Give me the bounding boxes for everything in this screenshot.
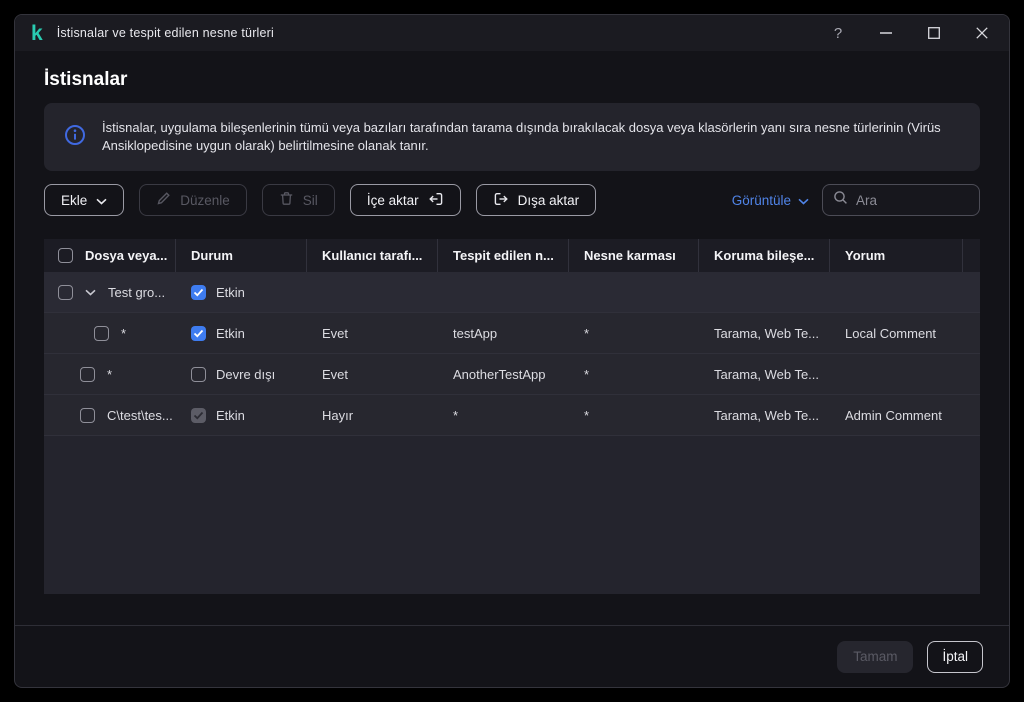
select-all-checkbox[interactable] bbox=[58, 248, 73, 263]
chevron-down-icon bbox=[96, 193, 107, 208]
view-dropdown-label: Görüntüle bbox=[732, 193, 791, 208]
table-row[interactable]: C\test\tes... Etkin Hayır * * Tarama, We… bbox=[44, 395, 980, 436]
kaspersky-logo-icon: k bbox=[31, 23, 43, 44]
table-row[interactable]: * Etkin Evet testApp * Tarama, Web Te...… bbox=[44, 313, 980, 354]
exclusions-table: Dosya veya... Durum Kullanıcı tarafı... … bbox=[44, 239, 980, 594]
maximize-button[interactable] bbox=[917, 18, 951, 48]
row-path: * bbox=[107, 367, 112, 382]
status-label: Etkin bbox=[216, 408, 245, 423]
toolbar: Ekle Düzenle Sil bbox=[44, 184, 980, 216]
view-dropdown[interactable]: Görüntüle bbox=[732, 193, 809, 208]
window-title: İstisnalar ve tespit edilen nesne türler… bbox=[57, 26, 274, 40]
column-header-status: Durum bbox=[176, 239, 307, 272]
import-button-label: İçe aktar bbox=[367, 193, 419, 208]
ok-button[interactable]: Tamam bbox=[837, 641, 913, 673]
column-header-comment: Yorum bbox=[830, 239, 963, 272]
column-header-path: Dosya veya... bbox=[44, 239, 176, 272]
app-window: k İstisnalar ve tespit edilen nesne türl… bbox=[14, 14, 1010, 688]
export-button[interactable]: Dışa aktar bbox=[476, 184, 597, 216]
column-header-component: Koruma bileşe... bbox=[699, 239, 830, 272]
status-checkbox[interactable] bbox=[191, 326, 206, 341]
trash-icon bbox=[279, 191, 294, 209]
help-button[interactable]: ? bbox=[821, 18, 855, 48]
edit-button-label: Düzenle bbox=[180, 193, 230, 208]
info-banner: İstisnalar, uygulama bileşenlerinin tümü… bbox=[44, 103, 980, 171]
row-select-checkbox[interactable] bbox=[94, 326, 109, 341]
chevron-down-icon[interactable] bbox=[85, 289, 96, 296]
dialog-footer: Tamam İptal bbox=[15, 625, 1009, 687]
import-button[interactable]: İçe aktar bbox=[350, 184, 461, 216]
cancel-button[interactable]: İptal bbox=[927, 641, 983, 673]
edit-button[interactable]: Düzenle bbox=[139, 184, 247, 216]
pencil-icon bbox=[156, 191, 171, 209]
window-controls: ? bbox=[807, 18, 999, 48]
add-button-label: Ekle bbox=[61, 193, 87, 208]
status-checkbox bbox=[191, 408, 206, 423]
delete-button-label: Sil bbox=[303, 193, 318, 208]
minimize-button[interactable] bbox=[869, 18, 903, 48]
status-label: Devre dışı bbox=[216, 367, 275, 382]
table-row[interactable]: * Devre dışı Evet AnotherTestApp * Taram… bbox=[44, 354, 980, 395]
search-box bbox=[822, 184, 980, 216]
search-input[interactable] bbox=[856, 193, 969, 208]
minimize-icon bbox=[880, 32, 892, 34]
close-button[interactable] bbox=[965, 18, 999, 48]
page-title: İstisnalar bbox=[44, 65, 980, 95]
table-header: Dosya veya... Durum Kullanıcı tarafı... … bbox=[44, 239, 980, 272]
status-checkbox[interactable] bbox=[191, 285, 206, 300]
status-checkbox[interactable] bbox=[191, 367, 206, 382]
search-icon bbox=[833, 190, 848, 210]
info-icon bbox=[64, 124, 86, 151]
chevron-down-icon bbox=[798, 193, 809, 208]
column-header-spacer bbox=[963, 239, 980, 272]
title-bar: k İstisnalar ve tespit edilen nesne türl… bbox=[15, 15, 1009, 51]
export-icon bbox=[493, 191, 509, 210]
maximize-icon bbox=[928, 27, 940, 39]
add-button[interactable]: Ekle bbox=[44, 184, 124, 216]
delete-button[interactable]: Sil bbox=[262, 184, 335, 216]
row-select-checkbox[interactable] bbox=[58, 285, 73, 300]
import-icon bbox=[428, 191, 444, 210]
column-header-user: Kullanıcı tarafı... bbox=[307, 239, 438, 272]
export-button-label: Dışa aktar bbox=[518, 193, 580, 208]
help-icon: ? bbox=[834, 25, 842, 42]
row-select-checkbox[interactable] bbox=[80, 408, 95, 423]
row-path: Test gro... bbox=[108, 285, 165, 300]
table-row[interactable]: Test gro... Etkin bbox=[44, 272, 980, 313]
column-header-hash: Nesne karması bbox=[569, 239, 699, 272]
info-text: İstisnalar, uygulama bileşenlerinin tümü… bbox=[102, 119, 960, 155]
status-label: Etkin bbox=[216, 326, 245, 341]
close-icon bbox=[976, 27, 988, 39]
column-header-detected: Tespit edilen n... bbox=[438, 239, 569, 272]
row-path: C\test\tes... bbox=[107, 408, 173, 423]
content-area: İstisnalar İstisnalar, uygulama bileşenl… bbox=[15, 51, 1009, 687]
row-select-checkbox[interactable] bbox=[80, 367, 95, 382]
status-label: Etkin bbox=[216, 285, 245, 300]
row-path: * bbox=[121, 326, 126, 341]
